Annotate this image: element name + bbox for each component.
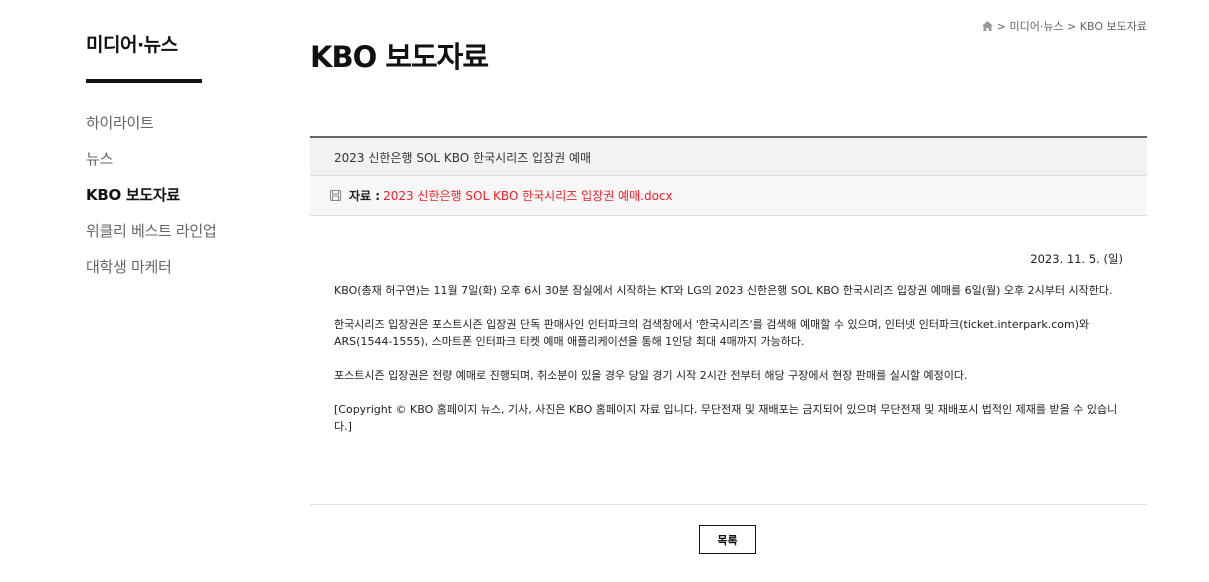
attachment-label: 자료 : <box>349 189 381 203</box>
sidebar-item-highlight[interactable]: 하이라이트 <box>86 113 216 149</box>
floppy-disk-icon <box>330 190 341 201</box>
attachment-file-link[interactable]: 2023 신한은행 SOL KBO 한국시리즈 입장권 예매.docx <box>383 187 673 204</box>
list-button[interactable]: 목록 <box>699 525 756 554</box>
sidebar-item-weekly-best-lineup[interactable]: 위클리 베스트 라인업 <box>86 221 217 257</box>
copyright-notice: [Copyright © KBO 홈페이지 뉴스, 기사, 사진은 KBO 홈페… <box>334 403 1118 433</box>
home-icon[interactable] <box>982 21 994 31</box>
sidebar-title-underline <box>86 79 202 83</box>
breadcrumb-separator: > <box>1063 20 1080 33</box>
article-paragraph: KBO(총재 허구연)는 11월 7일(화) 오후 6시 30분 잠실에서 시작… <box>334 284 1113 297</box>
page-title: KBO 보도자료 <box>310 40 489 74</box>
article-body: 2023. 11. 5. (일) KBO(총재 허구연)는 11월 7일(화) … <box>310 251 1147 435</box>
article-paragraph: 한국시리즈 입장권은 포스트시즌 입장권 단독 판매사인 인터파크의 검색창에서… <box>334 318 1090 348</box>
breadcrumb-separator: > <box>993 20 1010 33</box>
article-header: 2023 신한은행 SOL KBO 한국시리즈 입장권 예매 <box>310 136 1147 176</box>
sidebar-item-college-marketer[interactable]: 대학생 마케터 <box>86 257 216 293</box>
article-title: 2023 신한은행 SOL KBO 한국시리즈 입장권 예매 <box>334 151 592 165</box>
breadcrumb: > 미디어·뉴스 > KBO 보도자료 <box>982 18 1147 34</box>
article: 2023 신한은행 SOL KBO 한국시리즈 입장권 예매 자료 : 2023… <box>310 136 1147 435</box>
article-paragraph: 포스트시즌 입장권은 전량 예매로 진행되며, 취소분이 있을 경우 당일 경기… <box>334 369 968 382</box>
article-date: 2023. 11. 5. (일) <box>1030 252 1123 266</box>
breadcrumb-media-news[interactable]: 미디어·뉴스 <box>1009 20 1063 33</box>
breadcrumb-kbo-press[interactable]: KBO 보도자료 <box>1080 20 1147 33</box>
sidebar-menu: 하이라이트 뉴스 KBO 보도자료 위클리 베스트 라인업 대학생 마케터 <box>86 113 217 293</box>
sidebar-title: 미디어·뉴스 <box>86 34 178 56</box>
sidebar-item-news[interactable]: 뉴스 <box>86 149 216 185</box>
divider <box>310 504 1147 505</box>
sidebar-item-kbo-press[interactable]: KBO 보도자료 <box>86 185 216 221</box>
attachment-row: 자료 : 2023 신한은행 SOL KBO 한국시리즈 입장권 예매.docx <box>310 176 1147 216</box>
